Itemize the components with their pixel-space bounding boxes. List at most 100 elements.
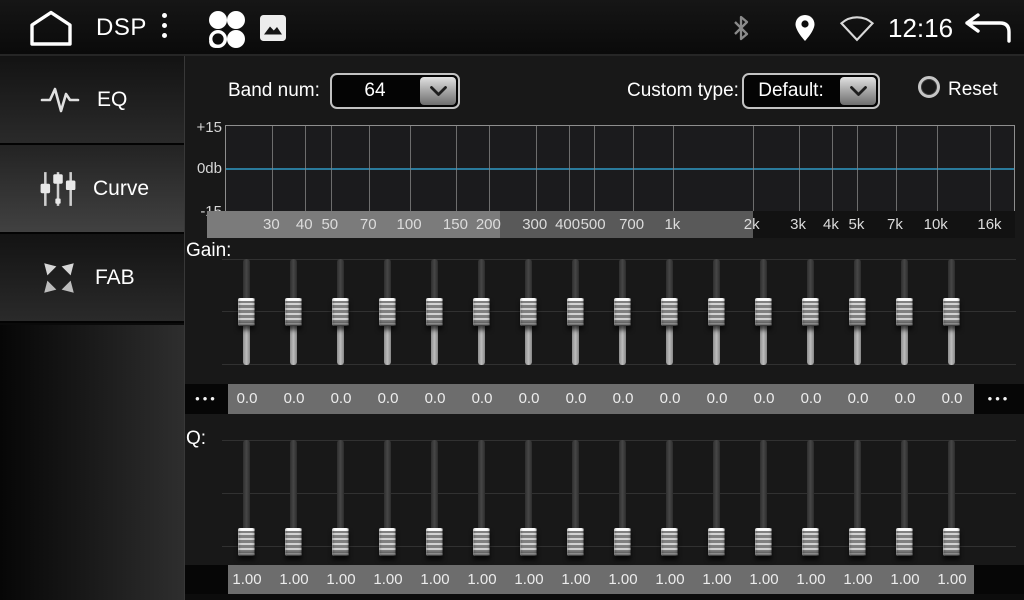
q-value: 1.00 xyxy=(890,565,919,594)
custom-type-label: Custom type: xyxy=(627,80,739,102)
y-axis-label-top: +15 xyxy=(178,119,222,136)
overflow-menu-icon[interactable] xyxy=(162,13,167,38)
sidebar-item-eq[interactable]: EQ xyxy=(0,56,184,145)
dsp-screen: DSP 12:16 xyxy=(0,0,1024,600)
gain-slider-thumb[interactable] xyxy=(285,298,302,326)
gain-slider-thumb[interactable] xyxy=(896,298,913,326)
q-value: 1.00 xyxy=(937,565,966,594)
q-slider-track[interactable] xyxy=(948,440,955,542)
gain-slider-thumb[interactable] xyxy=(614,298,631,326)
q-slider-track[interactable] xyxy=(384,440,391,542)
q-slider-track[interactable] xyxy=(243,440,250,542)
custom-type-dropdown[interactable]: Default: xyxy=(742,73,880,109)
q-slider-track[interactable] xyxy=(901,440,908,542)
home-icon[interactable] xyxy=(26,8,76,48)
gain-slider-thumb[interactable] xyxy=(849,298,866,326)
gain-slider-thumb[interactable] xyxy=(802,298,819,326)
q-slider-thumb[interactable] xyxy=(285,528,302,556)
freq-tick-label: 4k xyxy=(823,211,839,238)
q-slider-thumb[interactable] xyxy=(332,528,349,556)
q-slider-thumb[interactable] xyxy=(614,528,631,556)
q-slider-thumb[interactable] xyxy=(238,528,255,556)
back-icon[interactable] xyxy=(962,11,1014,45)
freq-gridline xyxy=(633,126,634,211)
q-slider-thumb[interactable] xyxy=(755,528,772,556)
gain-slider-thumb[interactable] xyxy=(473,298,490,326)
q-slider-track[interactable] xyxy=(666,440,673,542)
freq-gridline xyxy=(331,126,332,211)
q-slider-thumb[interactable] xyxy=(849,528,866,556)
gain-slider-thumb[interactable] xyxy=(238,298,255,326)
gain-slider-thumb[interactable] xyxy=(755,298,772,326)
q-slider-track[interactable] xyxy=(713,440,720,542)
q-slider-track[interactable] xyxy=(619,440,626,542)
band-num-dropdown-button[interactable] xyxy=(420,77,456,105)
q-slider-thumb[interactable] xyxy=(943,528,960,556)
apps-clover-icon[interactable] xyxy=(204,8,246,50)
q-slider-thumb[interactable] xyxy=(379,528,396,556)
q-more-right-button[interactable] xyxy=(974,565,1024,594)
q-slider-track[interactable] xyxy=(525,440,532,542)
freq-tick-label: 150 xyxy=(443,211,468,238)
gain-value: 0.0 xyxy=(707,384,728,414)
freq-gridline xyxy=(990,126,991,211)
gain-slider-thumb[interactable] xyxy=(332,298,349,326)
clock: 12:16 xyxy=(888,13,953,44)
q-slider-track[interactable] xyxy=(290,440,297,542)
q-slider-track[interactable] xyxy=(572,440,579,542)
q-slider-thumb[interactable] xyxy=(520,528,537,556)
q-slider-track[interactable] xyxy=(760,440,767,542)
q-slider-track[interactable] xyxy=(854,440,861,542)
q-slider-thumb[interactable] xyxy=(473,528,490,556)
gain-slider-thumb[interactable] xyxy=(520,298,537,326)
y-axis-label-zero: 0db xyxy=(178,160,222,177)
reset-radio[interactable] xyxy=(918,76,940,98)
gain-slider-thumb[interactable] xyxy=(708,298,725,326)
gain-slider-thumb[interactable] xyxy=(379,298,396,326)
freq-tick-label: 50 xyxy=(321,211,338,238)
gain-value: 0.0 xyxy=(942,384,963,414)
q-slider-thumb[interactable] xyxy=(802,528,819,556)
q-slider-track[interactable] xyxy=(337,440,344,542)
freq-gridline xyxy=(272,126,273,211)
freq-tick-label: 300 xyxy=(522,211,547,238)
q-value: 1.00 xyxy=(326,565,355,594)
freq-tick-label: 400 xyxy=(555,211,580,238)
sidebar-item-fab[interactable]: FAB xyxy=(0,234,184,323)
q-slider-thumb[interactable] xyxy=(426,528,443,556)
gain-slider-thumb[interactable] xyxy=(426,298,443,326)
gain-more-right-button[interactable]: ••• xyxy=(974,384,1024,414)
q-slider-track[interactable] xyxy=(431,440,438,542)
fab-arrows-icon xyxy=(40,259,78,297)
freq-tick-label: 16k xyxy=(977,211,1001,238)
q-slider-thumb[interactable] xyxy=(708,528,725,556)
q-slider-thumb[interactable] xyxy=(661,528,678,556)
gain-slider-thumb[interactable] xyxy=(567,298,584,326)
custom-type-dropdown-button[interactable] xyxy=(840,77,876,105)
gain-slider-thumb[interactable] xyxy=(661,298,678,326)
gain-slider-thumb[interactable] xyxy=(943,298,960,326)
q-more-left-button[interactable] xyxy=(185,565,228,594)
q-slider-thumb[interactable] xyxy=(567,528,584,556)
gain-value: 0.0 xyxy=(801,384,822,414)
band-num-dropdown[interactable]: 64 xyxy=(330,73,460,109)
freq-tick-label: 7k xyxy=(887,211,903,238)
q-section-label: Q: xyxy=(186,428,206,450)
sidebar-item-curve[interactable]: Curve xyxy=(0,145,184,234)
eq-waveform-icon xyxy=(40,84,80,116)
gain-more-left-button[interactable]: ••• xyxy=(185,384,228,414)
gain-value: 0.0 xyxy=(566,384,587,414)
freq-gridline xyxy=(305,126,306,211)
custom-type-value: Default: xyxy=(744,80,838,102)
q-slider-track[interactable] xyxy=(807,440,814,542)
gain-value: 0.0 xyxy=(284,384,305,414)
sidebar-item-label: Curve xyxy=(93,177,149,201)
q-slider-track[interactable] xyxy=(478,440,485,542)
freq-tick-label: 10k xyxy=(924,211,948,238)
freq-tick-label: 2k xyxy=(744,211,760,238)
q-value: 1.00 xyxy=(279,565,308,594)
freq-tick-label: 1k xyxy=(664,211,680,238)
gallery-icon[interactable] xyxy=(259,14,287,42)
q-value: 1.00 xyxy=(420,565,449,594)
q-slider-thumb[interactable] xyxy=(896,528,913,556)
